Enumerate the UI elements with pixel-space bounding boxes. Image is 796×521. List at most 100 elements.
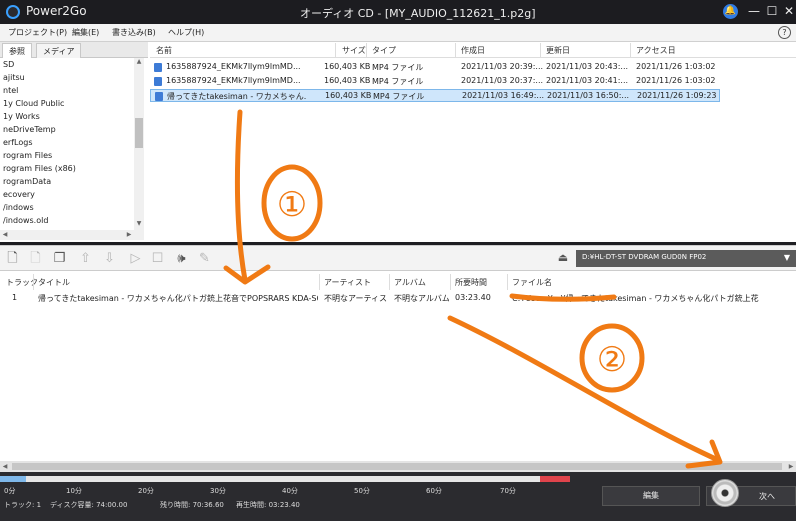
capacity-used-fill [0, 476, 26, 482]
file-name: 1635887924_EKMk7llym9lmMD... [166, 76, 301, 85]
pen-icon[interactable]: ✎ [196, 250, 213, 267]
file-size: 160,403 KB [325, 91, 372, 100]
capacity-tick: 0分 [4, 487, 16, 495]
maximize-button[interactable]: ☐ [764, 3, 780, 19]
file-list: 名前 サイズ タイプ 作成日 更新日 アクセス日 1635887924_EKMk… [150, 42, 796, 242]
remove-file-icon[interactable]: 🗋 [27, 250, 44, 267]
browser-tabs: 参照 メディア [0, 42, 148, 58]
edit-button[interactable]: 編集 [602, 486, 700, 506]
menu-project[interactable]: プロジェクト(P) [8, 27, 67, 38]
play-icon[interactable]: ▷ [127, 250, 144, 267]
tree-item[interactable]: ntel [3, 86, 18, 95]
title-bar: Power2Go オーディオ CD - [MY_AUDIO_112621_1.p… [0, 0, 796, 24]
menu-edit[interactable]: 編集(E) [72, 27, 99, 38]
eject-icon[interactable]: ⏏ [556, 251, 570, 265]
file-size: 160,403 KB [324, 76, 371, 85]
track-horizontal-scrollbar[interactable]: ◀ ▶ [0, 461, 796, 472]
scroll-thumb[interactable] [12, 463, 782, 470]
capacity-tick: 50分 [354, 487, 370, 495]
tab-browse[interactable]: 参照 [2, 43, 32, 58]
col-modified[interactable]: 更新日 [546, 45, 570, 56]
tree-item[interactable]: erfLogs [3, 138, 32, 147]
move-down-icon[interactable]: ⇩ [101, 250, 118, 267]
add-file-icon[interactable]: 🗋 [4, 250, 21, 267]
stop-icon[interactable]: ☐ [149, 250, 166, 267]
col-filename[interactable]: ファイル名 [512, 277, 552, 288]
file-row[interactable]: 1635887924_EKMk7llym9lmMD... 160,403 KB … [150, 75, 720, 88]
col-artist[interactable]: アーティスト [324, 277, 371, 288]
chevron-down-icon: ▼ [783, 253, 790, 262]
column-divider [450, 274, 451, 290]
tree-item[interactable]: ecovery [3, 190, 35, 199]
file-created: 2021/11/03 20:37:... [461, 76, 544, 85]
tree-item[interactable]: rogramData [3, 177, 51, 186]
file-created: 2021/11/03 20:39:... [461, 62, 544, 71]
menu-burn[interactable]: 書き込み(B) [112, 27, 156, 38]
column-divider [33, 274, 34, 290]
col-accessed[interactable]: アクセス日 [636, 45, 676, 56]
file-size: 160,403 KB [324, 62, 371, 71]
file-modified: 2021/11/03 20:43:... [546, 62, 629, 71]
capacity-tick: 30分 [210, 487, 226, 495]
scroll-left-icon[interactable]: ◀ [0, 230, 10, 240]
disc-icon [711, 479, 739, 507]
column-divider [630, 43, 631, 57]
copy-icon[interactable]: ❐ [51, 250, 68, 267]
col-name[interactable]: 名前 [156, 45, 172, 56]
tree-item[interactable]: rogram Files (x86) [3, 164, 76, 173]
file-browser: 参照 メディア SD ajitsu ntel 1y Cloud Public 1… [0, 42, 796, 242]
close-button[interactable]: ✕ [781, 3, 796, 19]
menu-help[interactable]: ヘルプ(H) [168, 27, 204, 38]
volume-icon[interactable]: 🕪 [173, 250, 190, 267]
help-icon[interactable]: ? [778, 26, 791, 39]
col-duration[interactable]: 所要時間 [455, 277, 487, 288]
track-artist: 不明なアーティスト [324, 294, 388, 303]
track-duration: 03:23.40 [455, 293, 491, 302]
col-created[interactable]: 作成日 [461, 45, 485, 56]
mp4-file-icon [154, 63, 162, 72]
col-title[interactable]: タイトル [38, 277, 70, 288]
col-size[interactable]: サイズ [342, 45, 366, 56]
scroll-up-icon[interactable]: ▲ [134, 58, 144, 68]
tree-item[interactable]: 1y Works [3, 112, 40, 121]
file-row[interactable]: 1635887924_EKMk7llym9lmMD... 160,403 KB … [150, 61, 720, 74]
tree-item[interactable]: SD [3, 60, 14, 69]
tree-horizontal-scrollbar[interactable]: ◀ ▶ [0, 230, 144, 240]
status-tracks: トラック: 1 [4, 501, 42, 509]
tab-media[interactable]: メディア [36, 43, 82, 58]
track-album: 不明なアルバム [394, 294, 449, 303]
tree-vertical-scrollbar[interactable]: ▲ ▼ [134, 58, 144, 230]
tree-item[interactable]: /indows.old [3, 216, 48, 225]
minimize-button[interactable]: — [746, 3, 762, 19]
drive-select[interactable]: D:¥HL-DT-ST DVDRAM GUD0N FP02 ▼ [576, 250, 796, 267]
file-modified: 2021/11/03 16:50:... [547, 91, 630, 100]
tree-item[interactable]: /indows [3, 203, 34, 212]
column-divider [389, 274, 390, 290]
track-list-header: トラック タイトル アーティスト アルバム 所要時間 ファイル名 [0, 274, 796, 290]
capacity-tick: 60分 [426, 487, 442, 495]
app-name: Power2Go [26, 4, 87, 18]
move-up-icon[interactable]: ⇧ [77, 250, 94, 267]
folder-tree: SD ajitsu ntel 1y Cloud Public 1y Works … [0, 58, 134, 230]
capacity-tick: 40分 [282, 487, 298, 495]
scroll-thumb[interactable] [135, 118, 143, 148]
next-button[interactable]: 次へ [706, 479, 796, 507]
scroll-left-icon[interactable]: ◀ [0, 461, 10, 472]
file-row-selected[interactable]: 帰ってきたtakesiman - ワカメちゃん... 160,403 KB MP… [150, 89, 720, 102]
scroll-right-icon[interactable]: ▶ [786, 461, 796, 472]
file-accessed: 2021/11/26 1:09:23 [637, 91, 717, 100]
track-toolbar: 🗋 🗋 ❐ ⇧ ⇩ ▷ ☐ 🕪 ✎ ⏏ D:¥HL-DT-ST DVDRAM G… [0, 245, 796, 271]
column-divider [455, 43, 456, 57]
scroll-right-icon[interactable]: ▶ [124, 230, 134, 240]
col-type[interactable]: タイプ [372, 45, 396, 56]
col-album[interactable]: アルバム [394, 277, 426, 288]
tree-item[interactable]: ajitsu [3, 73, 25, 82]
notification-bell-icon[interactable]: 🔔 [723, 4, 738, 19]
tree-item[interactable]: neDriveTemp [3, 125, 56, 134]
tree-item[interactable]: 1y Cloud Public [3, 99, 64, 108]
status-disc-capacity: ディスク容量: 74:00.00 [50, 501, 128, 509]
status-playtime: 再生時間: 03:23.40 [236, 501, 300, 509]
track-row[interactable]: 1 帰ってきたtakesiman - ワカメちゃん化パトガ銃上花音でPOPSRA… [0, 291, 796, 305]
scroll-down-icon[interactable]: ▼ [134, 220, 144, 230]
tree-item[interactable]: rogram Files [3, 151, 52, 160]
